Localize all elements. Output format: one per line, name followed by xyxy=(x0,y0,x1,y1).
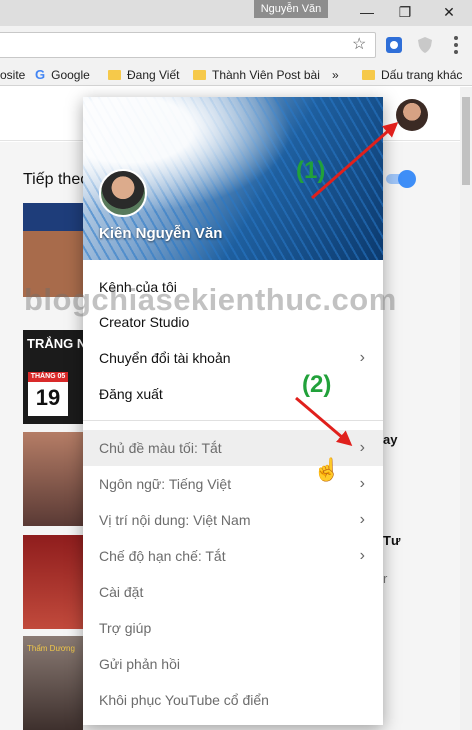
profile-user-chip[interactable]: Nguyễn Văn xyxy=(254,0,328,18)
autoplay-toggle[interactable] xyxy=(384,170,416,188)
video-title-fragment: Tư xyxy=(383,533,401,548)
bookmarks-overflow-button[interactable]: » xyxy=(332,67,339,83)
thumbnail-caption: Thẩm Dương xyxy=(27,644,75,653)
video-thumbnail[interactable] xyxy=(23,432,83,526)
google-icon: G xyxy=(35,67,46,82)
account-avatar-button[interactable] xyxy=(396,99,428,131)
step-label-1: (1) xyxy=(296,157,326,184)
chevron-right-icon: › xyxy=(359,547,365,564)
account-avatar xyxy=(99,169,147,217)
menu-item-send-feedback[interactable]: Gửi phản hồi xyxy=(83,646,383,682)
account-banner: Kiên Nguyễn Văn (1) xyxy=(83,97,383,260)
screenshot-root: Nguyễn Văn — ❐ ✕ ☆ osite G Google Đang Vi… xyxy=(0,0,472,730)
bookmark-folder[interactable]: Thành Viên Post bài xyxy=(193,67,320,83)
calendar-month: THÁNG 05 xyxy=(30,373,66,380)
chevron-right-icon: › xyxy=(359,439,365,456)
video-thumbnail[interactable]: Thẩm Dương xyxy=(23,636,83,730)
close-button[interactable]: ✕ xyxy=(428,0,470,26)
account-menu: Kiên Nguyễn Văn (1) Kênh của tôi Creator… xyxy=(83,97,383,725)
menu-item-sign-out[interactable]: Đăng xuất xyxy=(83,376,383,412)
video-meta-fragment: r xyxy=(383,571,388,586)
menu-item-switch-account[interactable]: Chuyển đổi tài khoản › xyxy=(83,340,383,376)
chevron-right-icon: › xyxy=(359,475,365,492)
step-label-2: (2) xyxy=(302,371,332,398)
menu-item-help[interactable]: Trợ giúp xyxy=(83,610,383,646)
menu-item-restore-classic[interactable]: Khôi phục YouTube cổ điển xyxy=(83,682,383,718)
bookmark-item[interactable]: G Google xyxy=(35,67,90,83)
folder-icon xyxy=(362,70,375,80)
extension-icon-1[interactable] xyxy=(385,36,403,54)
maximize-button[interactable]: ❐ xyxy=(384,0,426,26)
video-thumbnail[interactable] xyxy=(23,535,83,629)
bookmarks-bar: osite G Google Đang Viết Thành Viên Post … xyxy=(0,64,472,86)
chevron-right-icon: › xyxy=(359,349,365,366)
window-titlebar: Nguyễn Văn — ❐ ✕ xyxy=(0,0,472,26)
up-next-heading: Tiếp theo xyxy=(23,171,90,188)
bookmark-folder[interactable]: Đang Viết xyxy=(108,67,179,83)
menu-item-restricted-mode[interactable]: Chế độ hạn chế: Tắt › xyxy=(83,538,383,574)
account-name: Kiên Nguyễn Văn xyxy=(99,225,223,242)
hand-cursor-icon: ☝ xyxy=(313,457,341,482)
video-title-fragment: ay xyxy=(383,432,398,447)
menu-divider xyxy=(83,420,383,421)
browser-toolbar: ☆ xyxy=(0,26,472,64)
minimize-button[interactable]: — xyxy=(346,0,388,26)
star-icon[interactable]: ☆ xyxy=(352,35,366,55)
address-bar[interactable]: ☆ xyxy=(0,32,376,58)
browser-menu-button[interactable] xyxy=(446,34,466,56)
shield-icon[interactable] xyxy=(416,36,434,54)
folder-icon xyxy=(108,70,121,80)
scrollbar-thumb[interactable] xyxy=(462,97,470,185)
bookmark-folder[interactable]: Dấu trang khác xyxy=(362,67,462,83)
chevron-right-icon: › xyxy=(359,511,365,528)
menu-item-settings[interactable]: Cài đặt xyxy=(83,574,383,610)
menu-item-location[interactable]: Vị trí nội dung: Việt Nam › xyxy=(83,502,383,538)
video-thumbnail[interactable]: TRẮNG NE 19 THÁNG 05 xyxy=(23,330,95,424)
folder-icon xyxy=(193,70,206,80)
page-scrollbar[interactable] xyxy=(460,87,472,730)
watermark: blogchiasekienthuc.com xyxy=(24,282,397,317)
bookmark-item[interactable]: osite xyxy=(0,67,25,83)
